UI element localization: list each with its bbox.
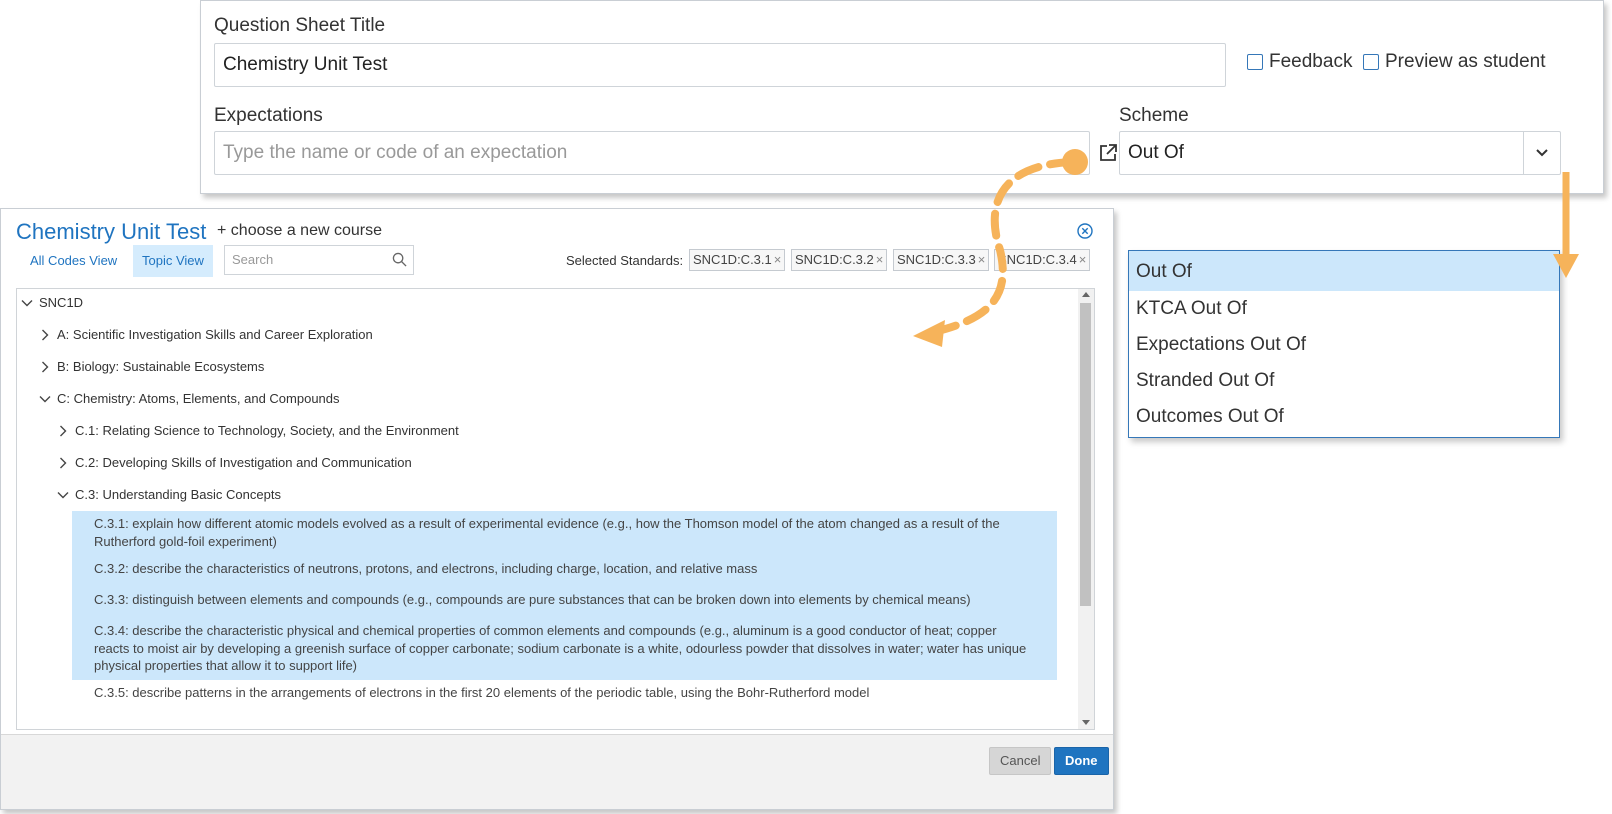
title-input[interactable]: Chemistry Unit Test [214,43,1226,87]
preview-label: Preview as student [1385,51,1546,72]
scroll-up-arrow[interactable] [1082,292,1090,297]
tree-substrand-c1[interactable]: C.1: Relating Science to Technology, Soc… [57,423,459,438]
chevron-down-icon[interactable] [39,393,51,405]
feedback-checkbox[interactable]: Feedback [1247,51,1352,73]
chip-label: SNC1D:C.3.2 [795,252,874,267]
expectations-label: Expectations [214,105,323,126]
scheme-option-out-of[interactable]: Out Of [1129,251,1559,291]
scheme-select[interactable]: Out Of [1119,131,1561,175]
substrand-label: C.3: Understanding Basic Concepts [75,487,281,502]
scheme-dropdown-list: Out Of KTCA Out Of Expectations Out Of S… [1128,250,1560,438]
chevron-right-icon[interactable] [39,361,51,373]
scheme-option-ktca-out-of[interactable]: KTCA Out Of [1129,291,1559,327]
standards-tree: SNC1D A: Scientific Investigation Skills… [16,288,1095,730]
strand-label: B: Biology: Sustainable Ecosystems [57,359,265,374]
selected-standard-chip: SNC1D:C.3.1 × [689,249,786,271]
tab-topic-view[interactable]: Topic View [133,245,213,277]
expectation-item-c35[interactable]: C.3.5: describe patterns in the arrangem… [72,680,1057,711]
scheme-dropdown-toggle[interactable] [1523,132,1560,174]
chevron-right-icon[interactable] [39,329,51,341]
chevron-right-icon[interactable] [57,425,69,437]
tree-substrand-c2[interactable]: C.2: Developing Skills of Investigation … [57,455,412,470]
chevron-right-icon[interactable] [57,457,69,469]
selected-standards-label: Selected Standards: [566,253,684,268]
tree-strand-b[interactable]: B: Biology: Sustainable Ecosystems [39,359,264,374]
preview-as-student-checkbox[interactable]: Preview as student [1363,51,1546,73]
done-button[interactable]: Done [1054,747,1109,775]
title-label: Question Sheet Title [214,15,386,36]
substrand-label: C.2: Developing Skills of Investigation … [75,455,412,470]
question-sheet-panel: Question Sheet Title Chemistry Unit Test… [200,0,1604,194]
chevron-down-icon [1536,149,1548,157]
expectation-item-c33[interactable]: C.3.3: distinguish between elements and … [72,587,1057,618]
search-input[interactable]: Search [224,245,414,275]
feedback-label: Feedback [1269,51,1353,72]
strand-label: C: Chemistry: Atoms, Elements, and Compo… [57,391,340,406]
strand-label: A: Scientific Investigation Skills and C… [57,327,373,342]
choose-course-link[interactable]: + choose a new course [217,222,382,240]
scheme-option-stranded-out-of[interactable]: Stranded Out Of [1129,363,1559,399]
selected-standard-chip: SNC1D:C.3.3 × [893,249,990,271]
search-placeholder: Search [232,252,274,267]
modal-footer: Cancel Done [1,734,1113,809]
remove-chip-icon[interactable]: × [876,252,884,267]
chip-label: SNC1D:C.3.3 [897,252,976,267]
expectations-input[interactable]: Type the name or code of an expectation [214,131,1090,175]
close-icon[interactable] [1077,223,1093,239]
chevron-down-icon[interactable] [57,489,69,501]
cancel-button[interactable]: Cancel [989,747,1052,775]
tree-scrollbar[interactable] [1078,289,1094,729]
expectation-item-c32[interactable]: C.3.2: describe the characteristics of n… [72,556,1057,587]
tree-substrand-c3[interactable]: C.3: Understanding Basic Concepts [57,487,281,502]
tree-root-label: SNC1D [39,295,84,310]
search-icon [392,252,407,267]
expectation-picker-modal: Chemistry Unit Test + choose a new cours… [0,208,1114,810]
chevron-down-icon[interactable] [21,297,33,309]
scheme-label: Scheme [1119,105,1189,126]
remove-chip-icon[interactable]: × [774,252,782,267]
chip-label: SNC1D:C.3.1 [693,252,772,267]
preview-checkbox-box[interactable] [1363,54,1379,70]
selected-standard-chip: SNC1D:C.3.4 × [994,249,1091,271]
scheme-value: Out Of [1128,142,1184,163]
tab-all-codes-view[interactable]: All Codes View [21,245,126,277]
feedback-checkbox-box[interactable] [1247,54,1263,70]
selected-standard-chip: SNC1D:C.3.2 × [791,249,888,271]
expectation-item-c31[interactable]: C.3.1: explain how different atomic mode… [72,511,1057,556]
chip-label: SNC1D:C.3.4 [998,252,1077,267]
tree-strand-a[interactable]: A: Scientific Investigation Skills and C… [39,327,373,342]
tree-strand-c[interactable]: C: Chemistry: Atoms, Elements, and Compo… [39,391,340,406]
scroll-down-arrow[interactable] [1082,720,1090,725]
external-link-icon[interactable] [1098,143,1118,163]
scheme-option-outcomes-out-of[interactable]: Outcomes Out Of [1129,399,1559,435]
scheme-option-expectations-out-of[interactable]: Expectations Out Of [1129,327,1559,363]
modal-title: Chemistry Unit Test [16,219,207,244]
remove-chip-icon[interactable]: × [978,252,986,267]
substrand-label: C.1: Relating Science to Technology, Soc… [75,423,459,438]
tree-root[interactable]: SNC1D [21,295,83,310]
scrollbar-thumb[interactable] [1080,303,1091,606]
remove-chip-icon[interactable]: × [1079,252,1087,267]
expectation-item-c34[interactable]: C.3.4: describe the characteristic physi… [72,618,1057,680]
